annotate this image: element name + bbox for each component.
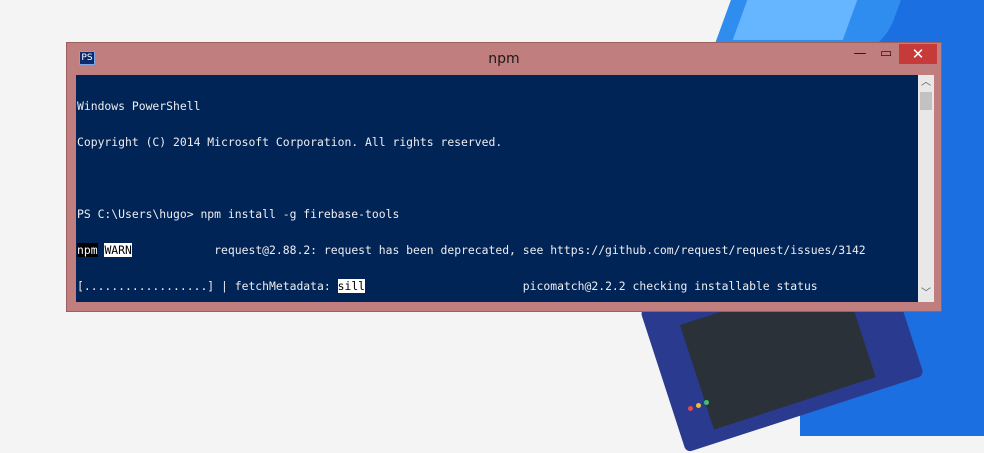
console-warn-line: npm WARN request@2.88.2: request has bee… [77,243,918,257]
laptop-dot-yellow [696,403,701,408]
scroll-down-icon[interactable]: ﹀ [918,286,934,302]
console-line: Copyright (C) 2014 Microsoft Corporation… [77,135,503,149]
window-titlebar[interactable]: PS npm — ▭ ✕ [67,43,941,75]
close-button[interactable]: ✕ [899,44,937,64]
vertical-scrollbar[interactable]: ︿ ﹀ [918,75,934,302]
console-line: PS C:\Users\hugo> npm install -g firebas… [77,207,400,221]
powershell-window[interactable]: PS npm — ▭ ✕ Windows PowerShell Copyrigh… [66,42,942,312]
npm-prefix: npm [77,243,98,257]
window-title: npm [488,51,520,67]
background-device-screen [732,0,858,40]
sill-badge: sill [337,279,366,293]
console-output[interactable]: Windows PowerShell Copyright (C) 2014 Mi… [76,75,918,302]
minimize-button[interactable]: — [847,44,873,64]
warn-badge: WARN [104,243,132,257]
laptop-dot-red [688,406,693,411]
progress-message: picomatch@2.2.2 checking installable sta… [365,279,818,293]
laptop-dot-green [704,400,709,405]
scroll-up-icon[interactable]: ︿ [918,75,934,91]
maximize-button[interactable]: ▭ [873,44,899,64]
scroll-thumb[interactable] [920,92,932,110]
warn-message: request@2.88.2: request has been depreca… [131,243,866,257]
console-progress-line: [..................] | fetchMetadata: si… [77,279,918,293]
progress-bar-text: [..................] | fetchMetadata: [77,279,338,293]
console-line: Windows PowerShell [77,99,201,113]
